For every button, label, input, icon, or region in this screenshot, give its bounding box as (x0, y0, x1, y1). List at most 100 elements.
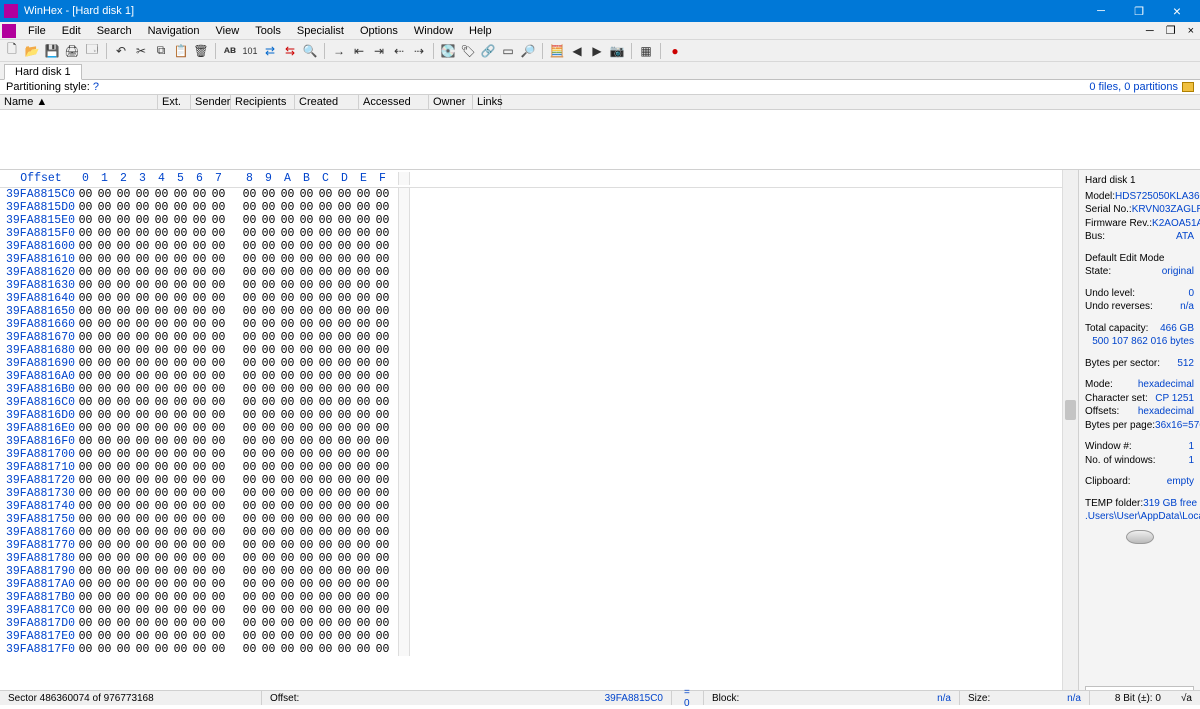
byte[interactable]: 00 (240, 630, 259, 643)
byte[interactable]: 00 (316, 292, 335, 305)
byte[interactable]: 00 (335, 591, 354, 604)
byte[interactable]: 00 (171, 643, 190, 656)
byte[interactable]: 00 (354, 552, 373, 565)
byte[interactable]: 00 (259, 227, 278, 240)
byte[interactable]: 00 (373, 253, 392, 266)
byte[interactable]: 00 (133, 344, 152, 357)
byte[interactable]: 00 (373, 279, 392, 292)
byte[interactable]: 00 (354, 370, 373, 383)
byte[interactable]: 00 (354, 331, 373, 344)
byte[interactable]: 00 (316, 500, 335, 513)
back-icon[interactable]: ⇤ (350, 42, 368, 60)
byte[interactable]: 00 (133, 357, 152, 370)
hex-row[interactable]: 39FA8815D0000000000000000000000000000000… (0, 201, 1078, 214)
byte[interactable]: 00 (297, 292, 316, 305)
byte[interactable]: 00 (278, 305, 297, 318)
byte[interactable]: 00 (152, 552, 171, 565)
hex-row[interactable]: 39FA881680000000000000000000000000000000… (0, 344, 1078, 357)
ascii-cell[interactable] (398, 383, 410, 396)
link-icon[interactable]: 🔗 (479, 42, 497, 60)
byte[interactable]: 00 (209, 526, 228, 539)
byte[interactable]: 00 (297, 617, 316, 630)
byte[interactable]: 00 (297, 630, 316, 643)
byte[interactable]: 00 (171, 253, 190, 266)
byte[interactable]: 00 (373, 630, 392, 643)
hex-row[interactable]: 39FA8816E0000000000000000000000000000000… (0, 422, 1078, 435)
byte[interactable]: 00 (95, 474, 114, 487)
byte[interactable]: 00 (278, 409, 297, 422)
byte[interactable]: 00 (76, 188, 95, 201)
byte[interactable]: 00 (373, 552, 392, 565)
byte[interactable]: 00 (171, 500, 190, 513)
byte[interactable]: 00 (297, 279, 316, 292)
byte[interactable]: 00 (354, 513, 373, 526)
ascii-cell[interactable] (398, 448, 410, 461)
byte[interactable]: 00 (133, 370, 152, 383)
byte[interactable]: 00 (190, 201, 209, 214)
byte[interactable]: 00 (373, 513, 392, 526)
byte[interactable]: 00 (171, 630, 190, 643)
byte[interactable]: 00 (133, 266, 152, 279)
byte[interactable]: 00 (152, 630, 171, 643)
byte[interactable]: 00 (114, 422, 133, 435)
byte[interactable]: 00 (171, 188, 190, 201)
hex-row[interactable]: 39FA8817B0000000000000000000000000000000… (0, 591, 1078, 604)
byte[interactable]: 00 (297, 188, 316, 201)
byte[interactable]: 00 (190, 565, 209, 578)
byte[interactable]: 00 (240, 240, 259, 253)
print-icon[interactable]: 🖨 (63, 42, 81, 60)
byte[interactable]: 00 (152, 344, 171, 357)
byte[interactable]: 00 (190, 617, 209, 630)
hex-row[interactable]: 39FA8816B0000000000000000000000000000000… (0, 383, 1078, 396)
byte[interactable]: 00 (152, 539, 171, 552)
byte[interactable]: 00 (278, 422, 297, 435)
byte[interactable]: 00 (259, 500, 278, 513)
byte[interactable]: 00 (373, 396, 392, 409)
byte[interactable]: 00 (209, 578, 228, 591)
byte[interactable]: 00 (114, 552, 133, 565)
data-interpreter-button[interactable]: Data Interpreter▭ (1085, 686, 1194, 691)
byte[interactable]: 00 (76, 578, 95, 591)
byte[interactable]: 00 (240, 357, 259, 370)
menu-view[interactable]: View (210, 25, 246, 37)
byte[interactable]: 00 (297, 643, 316, 656)
byte[interactable]: 00 (354, 357, 373, 370)
byte[interactable]: 00 (259, 292, 278, 305)
byte[interactable]: 00 (190, 227, 209, 240)
hex-row[interactable]: 39FA8817C0000000000000000000000000000000… (0, 604, 1078, 617)
byte[interactable]: 00 (133, 422, 152, 435)
byte[interactable]: 00 (171, 201, 190, 214)
byte[interactable]: 00 (190, 487, 209, 500)
byte[interactable]: 00 (373, 487, 392, 500)
byte[interactable]: 00 (316, 422, 335, 435)
byte[interactable]: 00 (114, 409, 133, 422)
byte[interactable]: 00 (278, 292, 297, 305)
byte[interactable]: 00 (373, 266, 392, 279)
byte[interactable]: 00 (259, 617, 278, 630)
ascii-cell[interactable] (398, 617, 410, 630)
hex-row[interactable]: 39FA8817D0000000000000000000000000000000… (0, 617, 1078, 630)
byte[interactable]: 00 (316, 331, 335, 344)
ascii-cell[interactable] (398, 240, 410, 253)
byte[interactable]: 00 (278, 214, 297, 227)
byte[interactable]: 00 (297, 591, 316, 604)
menu-file[interactable]: File (22, 25, 52, 37)
byte[interactable]: 00 (95, 266, 114, 279)
hex-row[interactable]: 39FA881770000000000000000000000000000000… (0, 539, 1078, 552)
byte[interactable]: 00 (152, 448, 171, 461)
byte[interactable]: 00 (373, 604, 392, 617)
byte[interactable]: 00 (316, 487, 335, 500)
byte[interactable]: 00 (316, 617, 335, 630)
byte[interactable]: 00 (152, 526, 171, 539)
byte[interactable]: 00 (335, 370, 354, 383)
byte[interactable]: 00 (335, 253, 354, 266)
menu-window[interactable]: Window (408, 25, 459, 37)
byte[interactable]: 00 (240, 617, 259, 630)
byte[interactable]: 00 (76, 240, 95, 253)
byte[interactable]: 00 (171, 396, 190, 409)
byte[interactable]: 00 (133, 552, 152, 565)
byte[interactable]: 00 (171, 214, 190, 227)
ascii-cell[interactable] (398, 643, 410, 656)
byte[interactable]: 00 (240, 552, 259, 565)
byte[interactable]: 00 (114, 578, 133, 591)
